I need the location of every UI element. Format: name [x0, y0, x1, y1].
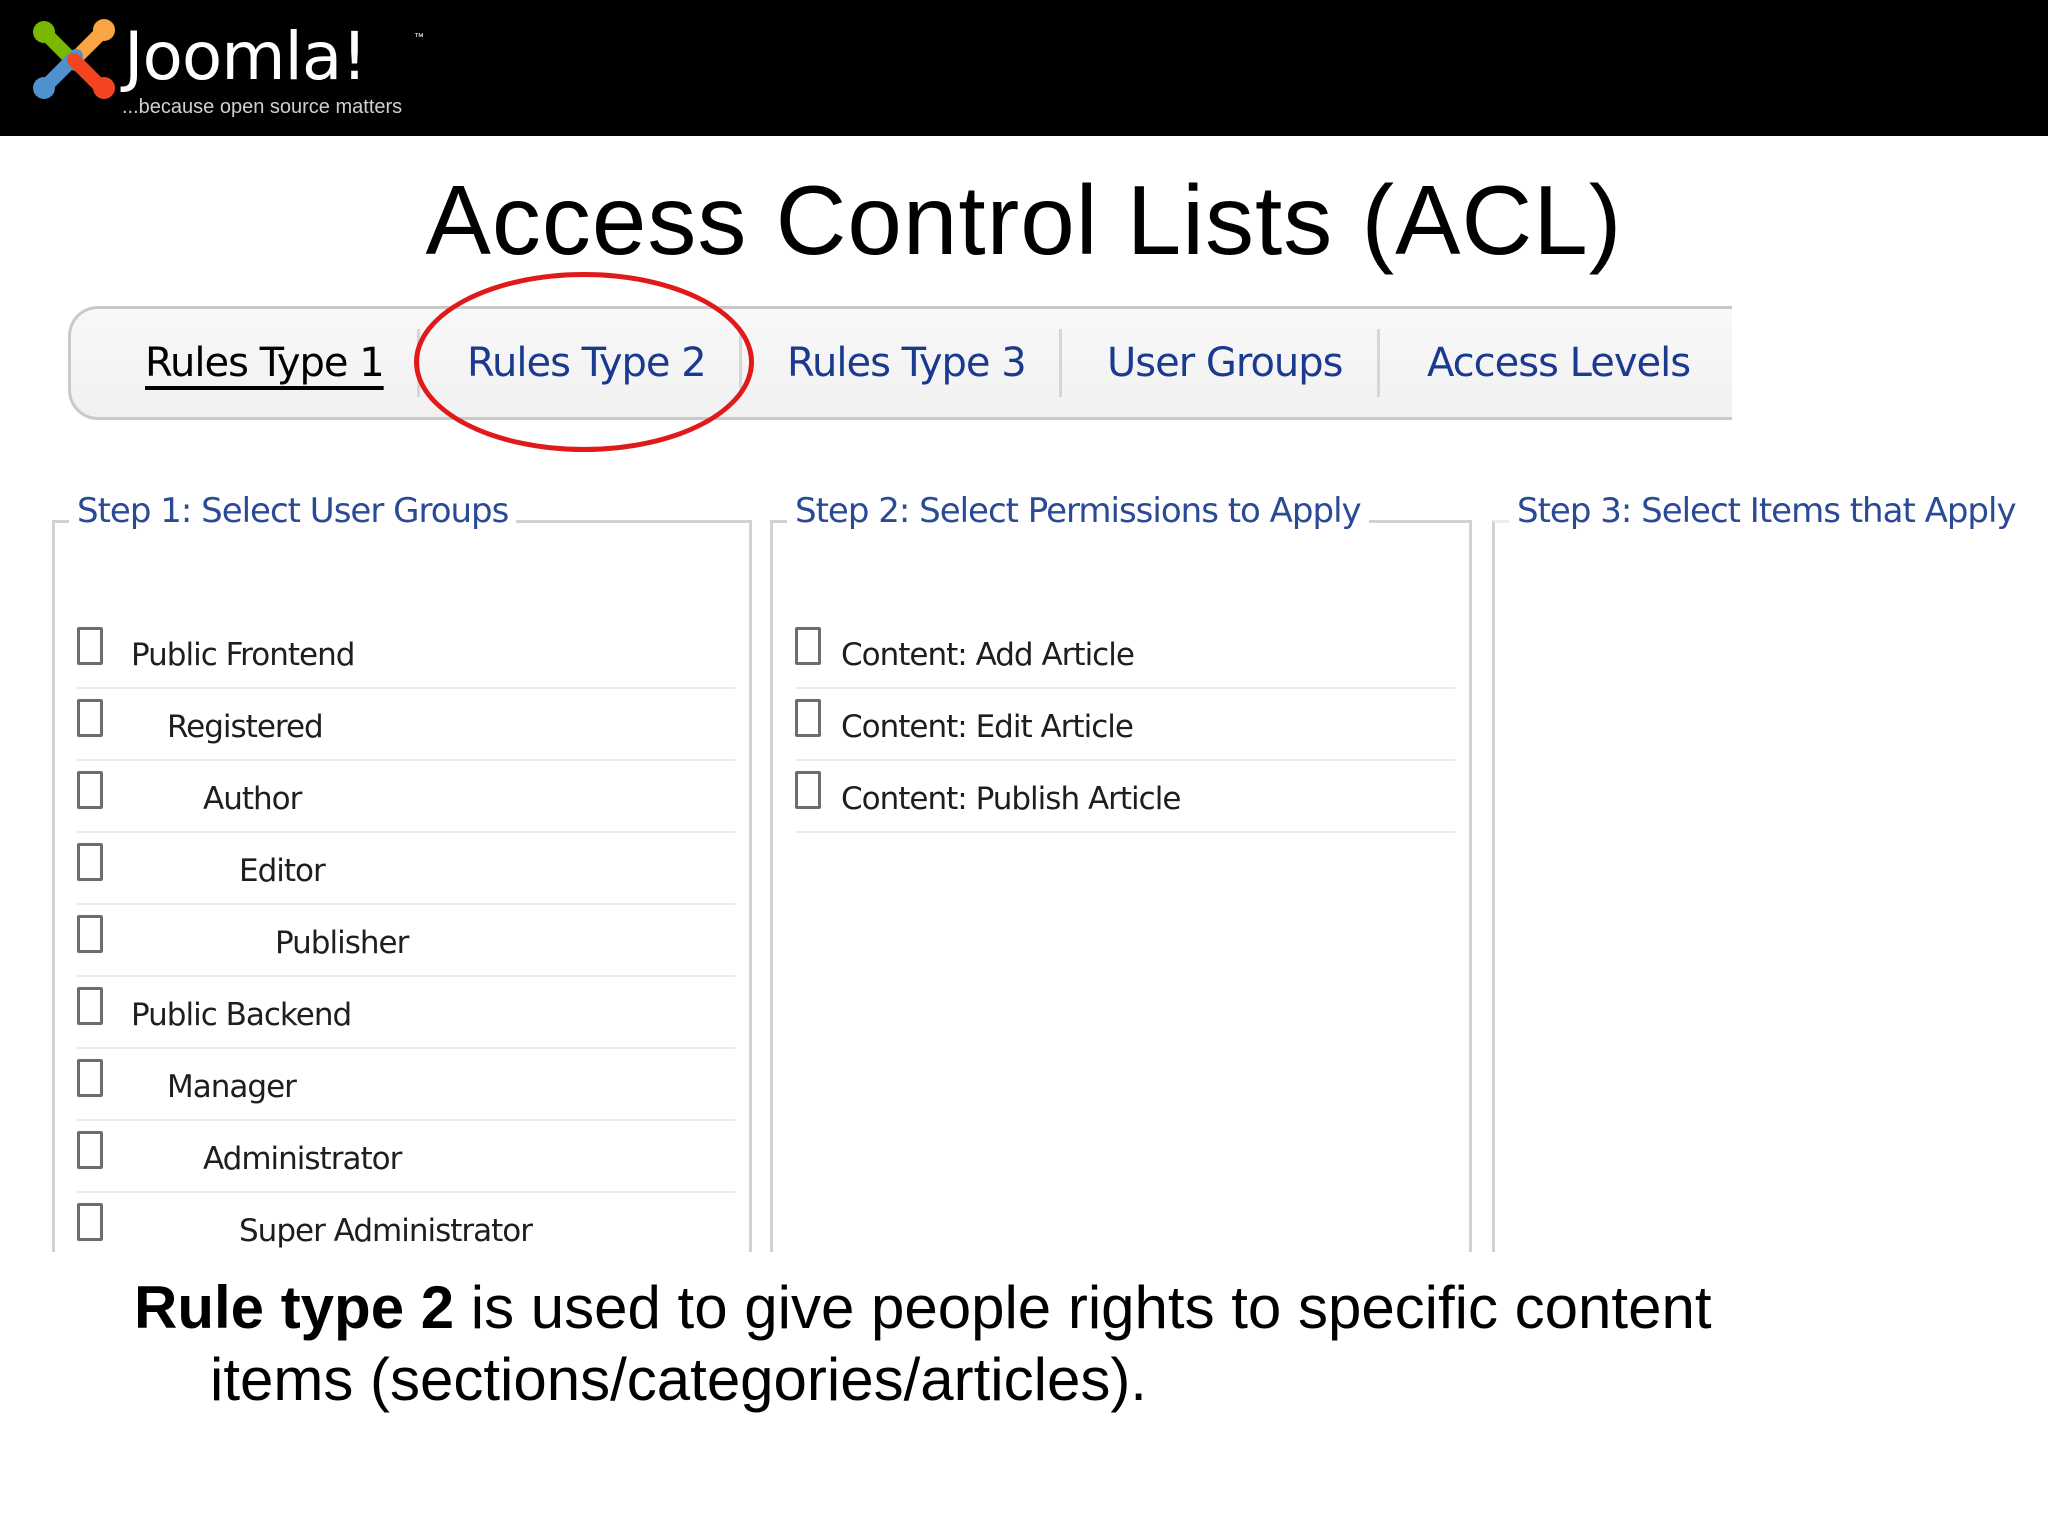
step3-panel: Step 3: Select Items that Apply — [1492, 491, 2024, 1252]
tab-strip: Rules Type 1 Rules Type 2 Rules Type 3 U… — [68, 306, 1732, 420]
group-label: Registered — [167, 709, 324, 745]
step3-legend: Step 3: Select Items that Apply — [1509, 491, 2024, 531]
permission-row: Content: Edit Article — [795, 687, 1455, 761]
logo-tagline: ...because open source matters — [122, 96, 403, 118]
step1-legend: Step 1: Select User Groups — [69, 491, 517, 531]
group-label: Public Frontend — [131, 637, 355, 673]
slide-caption: Rule type 2 is used to give people right… — [134, 1272, 1934, 1416]
group-checkbox[interactable] — [77, 1059, 103, 1097]
group-label: Manager — [167, 1069, 297, 1105]
group-row: Public Frontend — [77, 615, 735, 689]
group-checkbox[interactable] — [77, 843, 103, 881]
caption-bold: Rule type 2 — [134, 1274, 455, 1341]
group-label: Publisher — [275, 925, 409, 961]
tab-user-groups[interactable]: User Groups — [1107, 309, 1344, 417]
tab-rules-type-1[interactable]: Rules Type 1 — [145, 309, 385, 417]
group-row: Super Administrator — [77, 1191, 735, 1263]
tab-rules-type-3[interactable]: Rules Type 3 — [787, 309, 1027, 417]
joomla-logo-icon — [33, 19, 115, 99]
logo-trademark: ™ — [414, 32, 424, 43]
step2-panel: Step 2: Select Permissions to Apply Cont… — [770, 491, 1472, 1252]
permission-label: Content: Publish Article — [841, 781, 1181, 817]
group-row: Publisher — [77, 903, 735, 977]
header-bar: Joomla! ™ ...because open source matters — [0, 0, 2048, 136]
group-row: Public Backend — [77, 975, 735, 1049]
permission-checkbox[interactable] — [795, 699, 821, 737]
group-row: Administrator — [77, 1119, 735, 1193]
group-label: Public Backend — [131, 997, 352, 1033]
tab-separator — [1059, 329, 1062, 397]
permission-checkbox[interactable] — [795, 627, 821, 665]
group-checkbox[interactable] — [77, 699, 103, 737]
group-checkbox[interactable] — [77, 627, 103, 665]
step2-legend: Step 2: Select Permissions to Apply — [787, 491, 1369, 531]
logo-wordmark: Joomla! — [124, 18, 368, 95]
group-checkbox[interactable] — [77, 987, 103, 1025]
caption-line2: items (sections/categories/articles). — [210, 1346, 1147, 1413]
permission-row: Content: Add Article — [795, 615, 1455, 689]
slide-title: Access Control Lists (ACL) — [425, 165, 1623, 275]
group-label: Editor — [239, 853, 326, 889]
permission-label: Content: Add Article — [841, 637, 1135, 673]
group-label: Super Administrator — [239, 1213, 533, 1249]
group-row: Author — [77, 759, 735, 833]
group-checkbox[interactable] — [77, 771, 103, 809]
step1-panel: Step 1: Select User Groups Public Fronte… — [52, 491, 752, 1252]
group-row: Editor — [77, 831, 735, 905]
group-checkbox[interactable] — [77, 1203, 103, 1241]
permission-label: Content: Edit Article — [841, 709, 1134, 745]
highlight-circle — [414, 272, 754, 452]
group-checkbox[interactable] — [77, 915, 103, 953]
group-checkbox[interactable] — [77, 1131, 103, 1169]
permission-checkbox[interactable] — [795, 771, 821, 809]
permission-row: Content: Publish Article — [795, 759, 1455, 833]
group-label: Author — [203, 781, 302, 817]
group-row: Manager — [77, 1047, 735, 1121]
tab-access-levels[interactable]: Access Levels — [1427, 309, 1691, 417]
tab-separator — [1377, 329, 1380, 397]
group-row: Registered — [77, 687, 735, 761]
group-label: Administrator — [203, 1141, 402, 1177]
caption-line1: is used to give people rights to specifi… — [454, 1274, 1712, 1341]
